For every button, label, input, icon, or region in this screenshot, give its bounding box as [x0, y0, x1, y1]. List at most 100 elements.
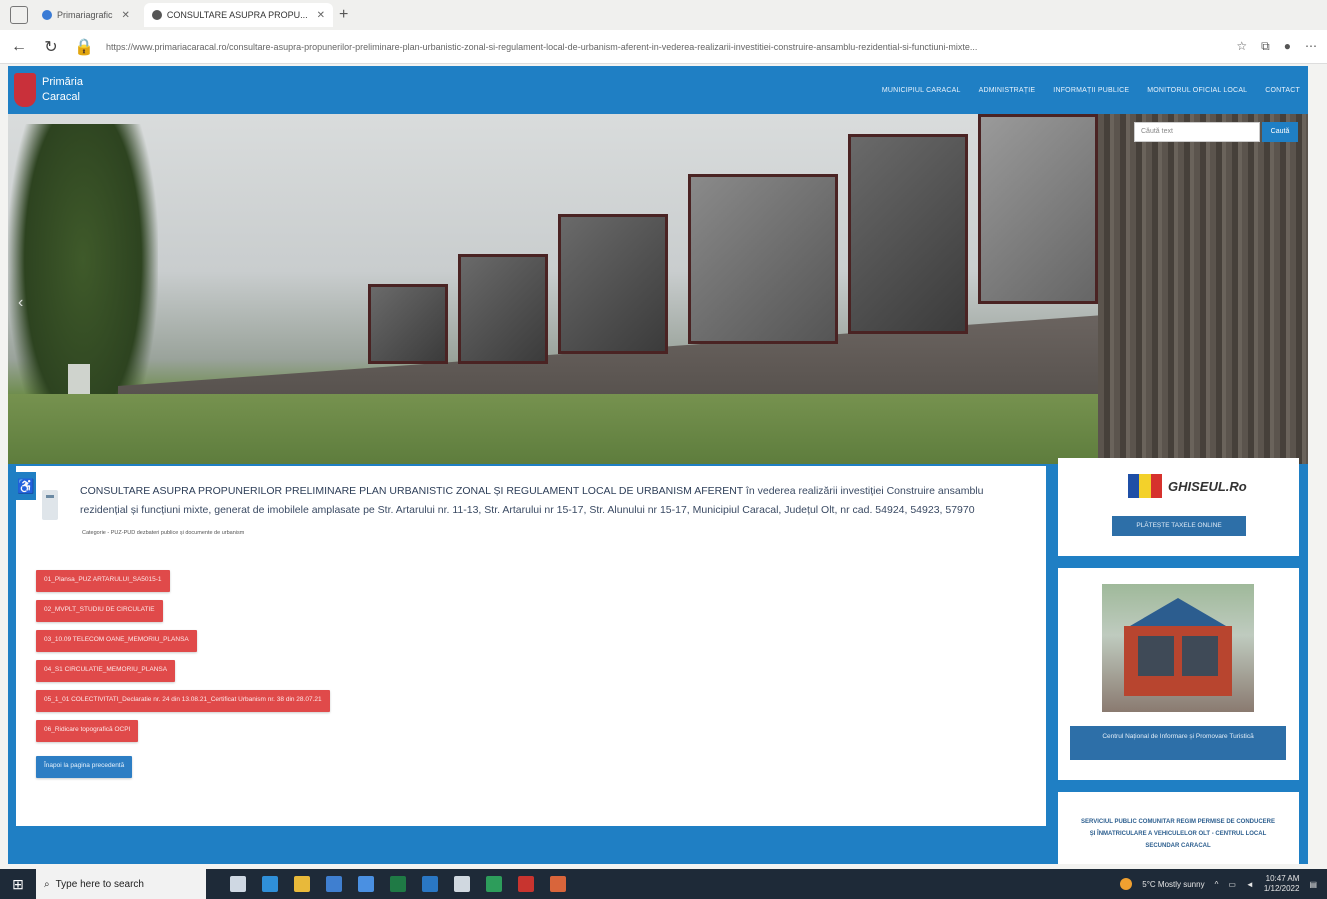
carousel-prev-icon[interactable]: ‹ [18, 294, 23, 312]
kiosk-roof-decoration [1130, 598, 1226, 626]
nav-item-monitorul-oficial[interactable]: MONITORUL OFICIAL LOCAL [1147, 87, 1247, 94]
refresh-icon[interactable]: ↻ [42, 37, 60, 57]
file-button[interactable]: 06_Ridicare topografică OCPI [36, 720, 139, 742]
tab-primariagrafic[interactable]: Primariagrafic ✕ [34, 3, 138, 27]
tab-favicon-icon [151, 10, 162, 20]
edge-icon[interactable] [262, 876, 278, 892]
pdf-icon[interactable] [518, 876, 534, 892]
photo-panel [368, 284, 448, 364]
hero-image: ‹ Căută text Caută [8, 114, 1308, 464]
ghiseul-logo[interactable]: GHISEUL.Ro [1128, 474, 1247, 498]
store-icon[interactable] [326, 876, 342, 892]
logo-line2: Caracal [42, 91, 80, 103]
task-view-icon[interactable] [230, 876, 246, 892]
tree-trunk-decoration [1098, 114, 1308, 464]
service-link[interactable]: SERVICIUL PUBLIC COMUNITAR REGIM PERMISE… [1078, 816, 1278, 852]
profile-icon[interactable]: ● [1284, 39, 1291, 54]
browser-tab-bar: Primariagrafic ✕ CONSULTARE ASUPRA PROPU… [0, 0, 1327, 30]
taskbar-apps [206, 876, 566, 892]
tab-label: Primariagrafic [57, 10, 113, 20]
browser-toolbar-icons: ☆ ⧉ ● ⋯ [1236, 39, 1317, 54]
search-icon: ⌕ [44, 878, 50, 890]
photo-panel [848, 134, 968, 334]
back-arrow-icon[interactable]: ← [10, 38, 28, 56]
logo-text: Primăria Caracal [42, 75, 83, 105]
main-nav: MUNICIPIUL CARACAL ADMINISTRAȚIE INFORMA… [882, 87, 1308, 94]
nav-item-administratie[interactable]: ADMINISTRAȚIE [979, 87, 1036, 94]
tourism-card: Centrul Național de Informare și Promova… [1058, 568, 1299, 780]
file-button[interactable]: 02_MVPLT_STUDIU DE CIRCULATIE [36, 600, 163, 622]
tab-consultare[interactable]: CONSULTARE ASUPRA PROPU... ✕ [143, 3, 333, 27]
article-title-main: CONSULTARE ASUPRA PROPUNERILOR PRELIMINA… [80, 485, 744, 497]
search-input[interactable]: Căută text [1134, 122, 1260, 142]
pay-taxes-button[interactable]: PLĂTEȘTE TAXELE ONLINE [1112, 516, 1246, 536]
file-explorer-icon[interactable] [294, 876, 310, 892]
app-icon[interactable] [454, 876, 470, 892]
close-icon[interactable]: ✕ [317, 10, 325, 21]
photo-panel [558, 214, 668, 354]
flag-stripe-red [1150, 474, 1162, 498]
more-menu-icon[interactable]: ⋯ [1305, 39, 1317, 54]
ghiseul-card: GHISEUL.Ro PLĂTEȘTE TAXELE ONLINE [1058, 458, 1299, 556]
ie-icon[interactable] [422, 876, 438, 892]
taskbar-search[interactable]: ⌕ Type here to search [36, 869, 206, 899]
kiosk-window-decoration [1138, 636, 1174, 676]
collections-icon[interactable]: ⧉ [1261, 39, 1270, 54]
file-button[interactable]: 04_S1 CIRCULATIE_MEMORIU_PLANSA [36, 660, 176, 682]
tray-expand-icon[interactable]: ^ [1215, 880, 1219, 889]
file-list: 01_Plansa_PUZ ARTARULUI_SA5015-1 02_MVPL… [36, 570, 330, 778]
system-tray: 5°C Mostly sunny ^ ▭ ◄ 10:47 AM 1/12/202… [1120, 874, 1327, 894]
photo-panel [458, 254, 548, 364]
site-logo[interactable]: Primăria Caracal [8, 73, 83, 107]
document-icon [42, 490, 58, 520]
clock-time: 10:47 AM [1265, 874, 1300, 883]
article-category: Categorie - PUZ-PUD dezbateri publice și… [82, 530, 245, 536]
nav-item-informatii-publice[interactable]: INFORMAȚII PUBLICE [1053, 87, 1129, 94]
nav-item-contact[interactable]: CONTACT [1265, 87, 1300, 94]
weather-icon [1120, 878, 1133, 890]
service-card: SERVICIUL PUBLIC COMUNITAR REGIM PERMISE… [1058, 792, 1299, 864]
ghiseul-label: GHISEUL.Ro [1168, 478, 1247, 494]
os-taskbar: ⊞ ⌕ Type here to search 5°C Mostly sunny… [0, 869, 1327, 899]
accessibility-icon[interactable]: ♿ [16, 472, 36, 500]
windows-start-icon[interactable]: ⊞ [0, 876, 36, 893]
coat-of-arms-icon [14, 73, 36, 107]
tab-favicon-icon [42, 10, 52, 20]
lock-icon: 🔒 [74, 38, 94, 56]
article-title: CONSULTARE ASUPRA PROPUNERILOR PRELIMINA… [80, 482, 1020, 520]
clock-date: 1/12/2022 [1263, 884, 1300, 893]
site-header: Primăria Caracal MUNICIPIUL CARACAL ADMI… [8, 66, 1308, 114]
excel-icon[interactable] [390, 876, 406, 892]
address-bar: ← ↻ 🔒 https://www.primariacaracal.ro/con… [0, 30, 1327, 64]
clock[interactable]: 10:47 AM 1/12/2022 [1264, 874, 1300, 894]
nav-item-municipiul[interactable]: MUNICIPIUL CARACAL [882, 87, 961, 94]
flag-stripe-blue [1128, 474, 1140, 498]
network-icon[interactable]: ▭ [1228, 880, 1236, 889]
notifications-icon[interactable]: ▤ [1309, 880, 1317, 889]
kiosk-photo[interactable] [1102, 584, 1254, 712]
romania-flag-icon [1128, 474, 1162, 498]
url-field[interactable]: https://www.primariacaracal.ro/consultar… [106, 42, 1222, 52]
search-button[interactable]: Caută [1262, 122, 1298, 142]
new-tab-icon[interactable]: + [339, 6, 348, 24]
logo-line1: Primăria [42, 76, 83, 88]
app-icon[interactable] [486, 876, 502, 892]
flag-stripe-yellow [1139, 474, 1151, 498]
photo-panel [978, 114, 1098, 304]
tourism-info-button[interactable]: Centrul Național de Informare și Promova… [1070, 726, 1286, 760]
tab-label: CONSULTARE ASUPRA PROPU... [166, 10, 308, 20]
article-panel: ♿ CONSULTARE ASUPRA PROPUNERILOR PRELIMI… [16, 466, 1046, 826]
file-button[interactable]: 05_1_01 COLECTIVITATI_Declaratie nr. 24 … [36, 690, 330, 712]
taskbar-search-placeholder: Type here to search [55, 878, 144, 890]
weather-text[interactable]: 5°C Mostly sunny [1142, 880, 1204, 889]
close-icon[interactable]: ✕ [122, 10, 130, 21]
tab-actions-icon[interactable] [10, 6, 28, 24]
app-icon[interactable] [550, 876, 566, 892]
file-button[interactable]: 03_10.09 TELECOM OANE_MEMORIU_PLANSA [36, 630, 197, 652]
favorite-star-icon[interactable]: ☆ [1236, 39, 1247, 54]
url-text: https://www.primariacaracal.ro/consultar… [106, 41, 978, 52]
back-button[interactable]: Înapoi la pagina precedentă [36, 756, 133, 778]
mail-icon[interactable] [358, 876, 374, 892]
volume-icon[interactable]: ◄ [1246, 880, 1254, 889]
file-button[interactable]: 01_Plansa_PUZ ARTARULUI_SA5015-1 [36, 570, 170, 592]
